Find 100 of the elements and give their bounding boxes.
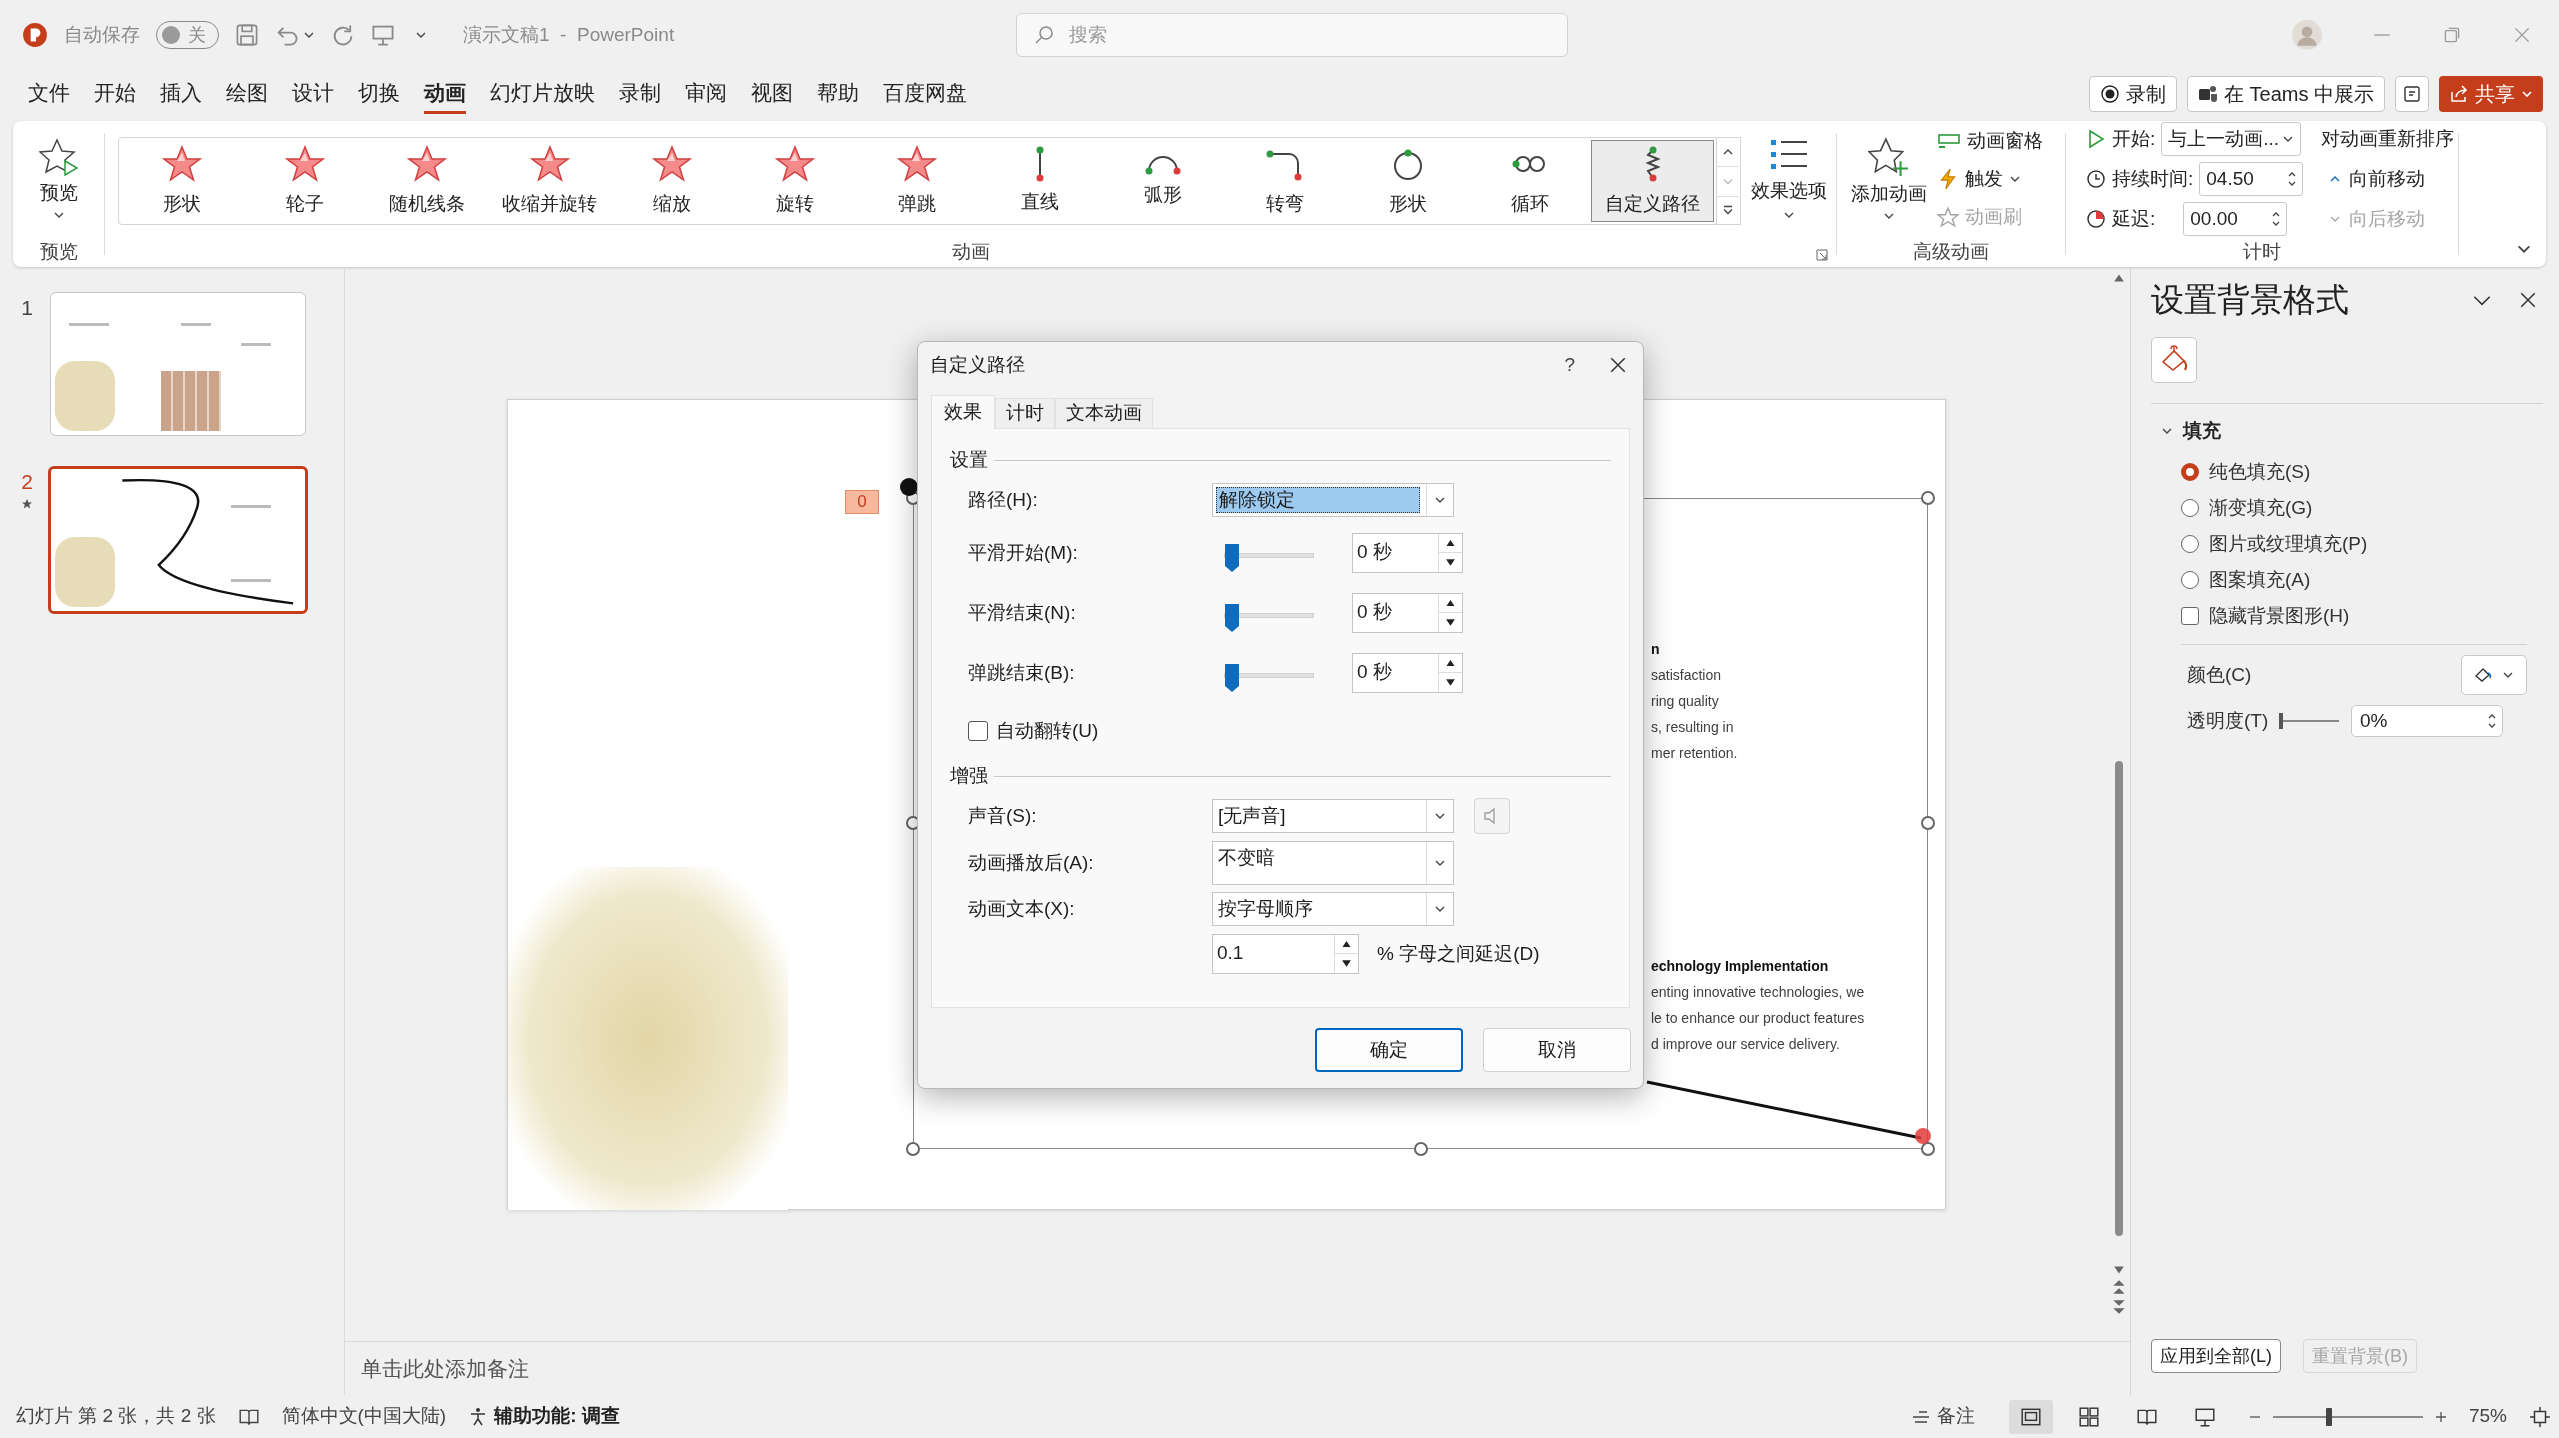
next-slide-icon[interactable] [2112, 1299, 2126, 1315]
color-picker-button[interactable] [2461, 655, 2527, 695]
animation-gallery-item[interactable]: 轮子 [243, 140, 367, 222]
animation-pane-button[interactable]: 动画窗格 [1937, 125, 2043, 157]
animation-gallery-item[interactable]: 缩放 [611, 140, 734, 222]
checkbox[interactable] [2181, 607, 2199, 625]
menu-tab[interactable]: 幻灯片放映 [490, 74, 595, 114]
animation-gallery-item[interactable]: 形状 [121, 140, 244, 222]
move-earlier-button[interactable]: 向前移动 [2321, 162, 2455, 196]
radio-button[interactable] [2181, 463, 2199, 481]
sound-dropdown[interactable]: [无声音] [1212, 799, 1454, 833]
animation-gallery-item[interactable]: 弧形 [1101, 140, 1224, 222]
slider[interactable] [1224, 663, 1314, 693]
animation-gallery-item[interactable]: 直线 [978, 140, 1102, 222]
dialog-button[interactable]: 取消 [1483, 1028, 1631, 1072]
dialog-launcher-icon[interactable] [1816, 249, 1828, 261]
animation-gallery-item[interactable]: 转弯 [1223, 140, 1347, 222]
apply-to-all-button[interactable]: 应用到全部(L) [2151, 1339, 2281, 1373]
duration-field[interactable]: 04.50 [2199, 162, 2304, 196]
close-icon[interactable] [1609, 356, 1627, 374]
dialog-button[interactable]: 确定 [1315, 1028, 1463, 1072]
spin-field[interactable]: 0 秒 [1352, 593, 1463, 633]
checkbox-label[interactable]: 隐藏背景图形(H) [2209, 601, 2350, 631]
resize-handle[interactable] [1413, 1141, 1428, 1156]
effect-options-button[interactable]: 效果选项 [1747, 121, 1831, 237]
menu-tab[interactable]: 帮助 [817, 74, 859, 114]
menu-tab[interactable]: 百度网盘 [883, 74, 967, 114]
scrollbar-thumb[interactable] [2115, 761, 2123, 1236]
after-animation-dropdown[interactable]: 不变暗 [1212, 841, 1454, 885]
menu-tab[interactable]: 开始 [94, 74, 136, 114]
preview-button[interactable]: 预览 [13, 121, 104, 237]
notes-button[interactable]: 备注 [1910, 1402, 1975, 1431]
menu-tab[interactable]: 插入 [160, 74, 202, 114]
checkbox[interactable] [968, 721, 988, 741]
menu-tab[interactable]: 视图 [751, 74, 793, 114]
slide-thumbnail[interactable] [50, 292, 306, 436]
resize-handle[interactable] [1921, 490, 1935, 505]
radio-label[interactable]: 纯色填充(S) [2209, 457, 2311, 487]
resize-handle[interactable] [1921, 816, 1935, 830]
slide-thumbnail[interactable] [48, 466, 308, 614]
spin-field[interactable]: 0 秒 [1352, 533, 1463, 573]
dialog-tab[interactable]: 文本动画 [1055, 398, 1153, 428]
checkbox-label[interactable]: 自动翻转(U) [996, 716, 1099, 746]
slider[interactable] [1224, 603, 1314, 633]
transparency-field[interactable]: 0% [2351, 705, 2503, 737]
accessibility-button[interactable]: 辅助功能: 调查 [468, 1402, 620, 1431]
dialog-tab[interactable]: 计时 [995, 398, 1055, 428]
animation-gallery-item[interactable]: 形状 [1346, 140, 1469, 222]
spin-field[interactable]: 0.1 [1212, 934, 1359, 974]
previous-slide-icon[interactable] [2112, 1279, 2126, 1295]
normal-view-icon[interactable] [2008, 1399, 2053, 1434]
slider-thumb[interactable] [1224, 543, 1240, 573]
menu-tab[interactable]: 设计 [292, 74, 334, 114]
radio-label[interactable]: 图片或纹理填充(P) [2209, 529, 2368, 559]
zoom-in-icon[interactable] [2434, 1410, 2447, 1423]
menu-tab[interactable]: 绘图 [226, 74, 268, 114]
language-status[interactable]: 简体中文(中国大陆) [281, 1402, 447, 1431]
transparency-slider[interactable] [2279, 713, 2339, 729]
radio-button[interactable] [2181, 571, 2199, 589]
search-field[interactable]: 搜索 [1016, 13, 1568, 57]
animation-gallery-item[interactable]: 收缩并旋转 [488, 140, 612, 222]
help-button[interactable]: ? [1564, 350, 1575, 380]
slider-thumb[interactable] [1224, 663, 1240, 693]
radio-button[interactable] [2181, 499, 2199, 517]
menu-tab[interactable]: 文件 [28, 74, 70, 114]
presentation-icon[interactable] [371, 23, 395, 47]
zoom-level[interactable]: 75% [2468, 1402, 2507, 1431]
menu-tab[interactable]: 审阅 [685, 74, 727, 114]
animation-gallery-item[interactable]: 旋转 [733, 140, 857, 222]
add-animation-button[interactable]: 添加动画 [1847, 121, 1931, 237]
start-dropdown[interactable]: 与上一动画... [2161, 122, 2302, 156]
redo-icon[interactable] [331, 23, 355, 47]
zoom-slider[interactable] [2272, 1407, 2423, 1426]
slider[interactable] [1224, 543, 1314, 573]
animation-gallery-item[interactable]: 弹跳 [856, 140, 979, 222]
animation-gallery-item[interactable]: 随机线条 [366, 140, 489, 222]
spin-field[interactable]: 0 秒 [1352, 653, 1463, 693]
animation-gallery-item[interactable]: 自定义路径 [1591, 140, 1714, 222]
fit-to-window-icon[interactable] [2529, 1405, 2551, 1428]
animation-gallery-item[interactable]: 循环 [1468, 140, 1592, 222]
record-button[interactable]: 录制 [2088, 76, 2177, 112]
section-header[interactable]: 填充 [2151, 414, 2543, 448]
radio-label[interactable]: 渐变填充(G) [2209, 493, 2313, 523]
trigger-button[interactable]: 触发 [1937, 163, 2043, 195]
present-in-teams-button[interactable]: 在 Teams 中展示 [2186, 76, 2385, 112]
path-dropdown[interactable]: 解除锁定 [1212, 483, 1454, 517]
close-icon[interactable] [2519, 291, 2537, 309]
scroll-up-icon[interactable] [2113, 273, 2125, 283]
menu-tab[interactable]: 动画 [424, 74, 466, 114]
comment-icon[interactable] [2395, 76, 2429, 112]
scroll-down-icon[interactable] [2113, 1265, 2125, 1275]
fill-tab-button[interactable] [2151, 337, 2197, 383]
menu-tab[interactable]: 切换 [358, 74, 400, 114]
resize-handle[interactable] [906, 1141, 920, 1156]
delay-field[interactable]: 00.00 [2183, 202, 2288, 236]
share-button[interactable]: 共享 [2439, 76, 2543, 112]
radio-button[interactable] [2181, 535, 2199, 553]
radio-label[interactable]: 图案填充(A) [2209, 565, 2311, 595]
animate-text-dropdown[interactable]: 按字母顺序 [1212, 892, 1454, 926]
notes-placeholder[interactable]: 单击此处添加备注 [361, 1352, 529, 1385]
